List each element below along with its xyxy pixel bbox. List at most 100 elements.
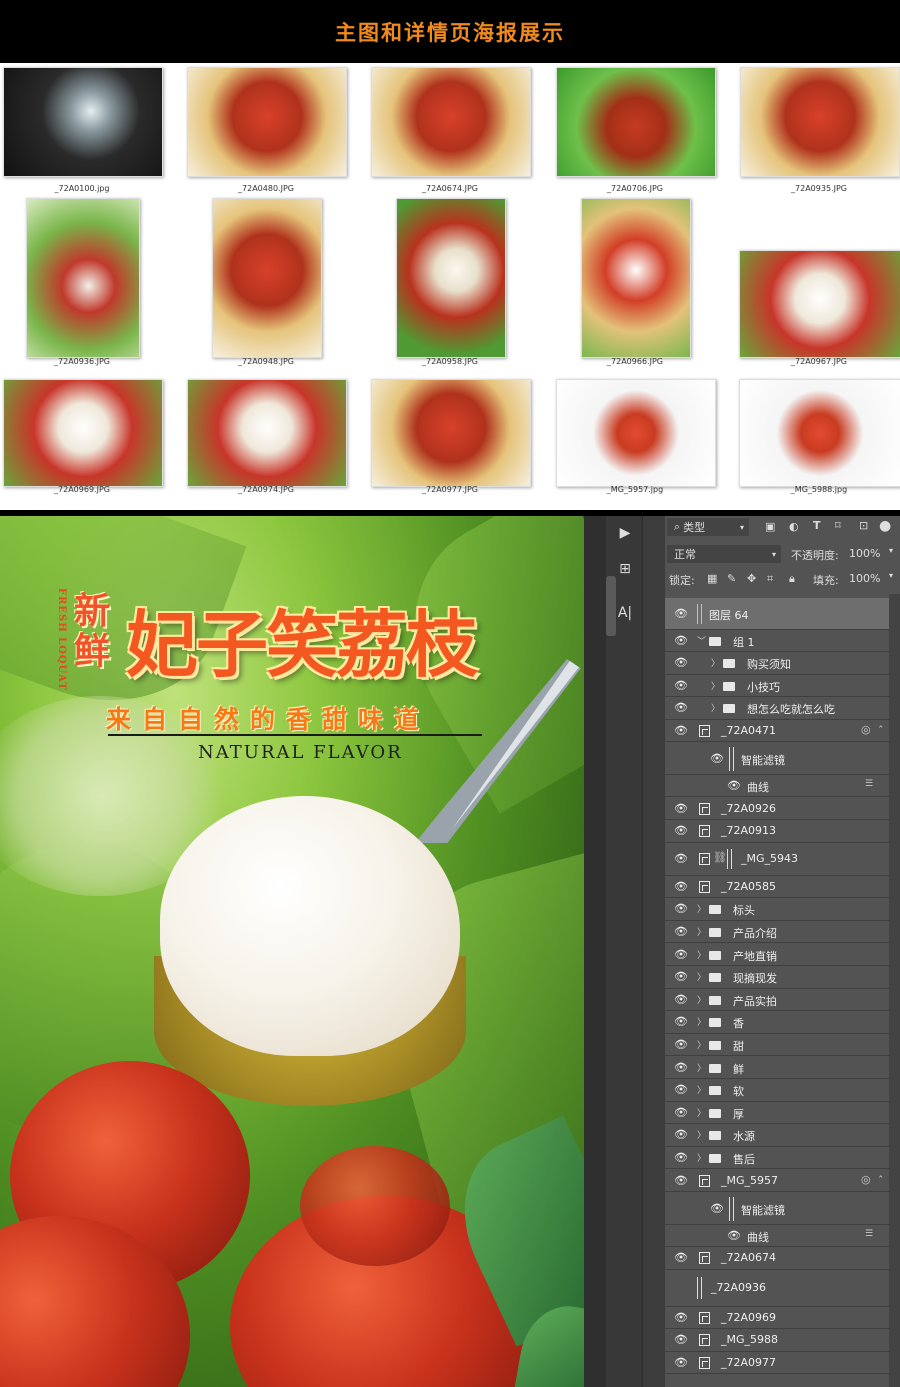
filter-adjust-icon[interactable]: ◐	[789, 520, 799, 533]
opacity-value[interactable]: 100%	[849, 547, 880, 560]
visibility-eye-icon[interactable]: 👁︎	[674, 656, 688, 670]
fill-value[interactable]: 100%	[849, 572, 880, 585]
visibility-eye-icon[interactable]: 👁︎	[674, 1083, 688, 1097]
layer-row[interactable]: 👁︎ 〉 厚	[665, 1101, 889, 1125]
chevron-right-icon[interactable]: 〉	[697, 1151, 706, 1164]
layer-row[interactable]: 👁︎ 〉 售后	[665, 1146, 889, 1170]
layer-row[interactable]: 👁︎ ﹀ 组 1	[665, 630, 889, 652]
layer-row[interactable]: 👁︎ 〉 产地直销	[665, 943, 889, 966]
chevron-right-icon[interactable]: 〉	[697, 1083, 706, 1096]
filter-options-icon[interactable]: ☰	[865, 1229, 873, 1239]
filter-shape-icon[interactable]: ⌑	[835, 519, 841, 532]
layers-scrollbar[interactable]	[889, 594, 900, 1387]
layer-row[interactable]: 👁︎ 〉 香	[665, 1011, 889, 1034]
properties-icon[interactable]: ⊞	[614, 558, 636, 580]
chevron-right-icon[interactable]: 〉	[697, 1128, 706, 1141]
chevron-right-icon[interactable]: 〉	[697, 993, 706, 1006]
layer-row[interactable]: 👁︎ 〉 想怎么吃就怎么吃	[665, 697, 889, 720]
chevron-right-icon[interactable]: 〉	[697, 1015, 706, 1028]
filter-smart-icon[interactable]: ⊡	[859, 519, 868, 532]
lock-artboard-icon[interactable]: ⌗	[767, 572, 773, 586]
visibility-eye-icon[interactable]: 👁︎	[674, 880, 688, 894]
visibility-eye-icon[interactable]: 👁︎	[674, 1128, 688, 1142]
filter-text-icon[interactable]: T	[813, 519, 821, 532]
lock-brush-icon[interactable]: ✎	[727, 572, 736, 585]
visibility-eye-icon[interactable]: 👁︎	[727, 779, 741, 793]
chevron-right-icon[interactable]: 〉	[697, 1038, 706, 1051]
layer-row[interactable]: 👁︎ _72A0969	[665, 1306, 889, 1330]
filter-options-icon[interactable]: ☰	[865, 779, 873, 789]
visibility-eye-icon[interactable]: 👁︎	[674, 1106, 688, 1120]
visibility-eye-icon[interactable]: 👁︎	[674, 1356, 688, 1370]
layer-row[interactable]: 👁︎ _MG_5957 ◎ ˆ	[665, 1169, 889, 1192]
visibility-eye-icon[interactable]: 👁︎	[710, 752, 724, 766]
filter-pixel-icon[interactable]: ▣	[765, 520, 775, 533]
layer-row[interactable]: 👁︎ ⛓ _MG_5943	[665, 842, 889, 876]
layer-row[interactable]: 👁︎ _72A0585	[665, 875, 889, 899]
layer-row[interactable]: 👁︎ 〉 购买须知	[665, 652, 889, 675]
layer-row[interactable]: 👁︎ 〉 小技巧	[665, 674, 889, 698]
chevron-right-icon[interactable]: 〉	[697, 1106, 706, 1119]
chevron-right-icon[interactable]: 〉	[697, 902, 706, 915]
visibility-eye-icon[interactable]: 👁︎	[674, 1311, 688, 1325]
layer-row[interactable]: 👁︎ 〉 软	[665, 1079, 889, 1102]
layer-row[interactable]: 👁︎ ☰ 曲线	[665, 1225, 889, 1247]
layer-row[interactable]: 👁︎ 图层 64	[665, 598, 889, 630]
chevron-up-icon[interactable]: ˆ	[878, 1174, 884, 1187]
layer-row[interactable]: 👁︎ 智能滤镜	[665, 1192, 889, 1225]
chevron-up-icon[interactable]: ˆ	[878, 724, 884, 737]
visibility-eye-icon[interactable]: 👁︎	[674, 679, 688, 693]
visibility-eye-icon[interactable]: 👁︎	[674, 1038, 688, 1052]
visibility-eye-icon[interactable]: 👁︎	[674, 1174, 688, 1188]
visibility-eye-icon[interactable]: 👁︎	[674, 607, 688, 621]
layer-row[interactable]: 👁︎ 〉 甜	[665, 1033, 889, 1057]
layer-row[interactable]: 👁︎ 〉 水源	[665, 1124, 889, 1147]
dock-scrollbar[interactable]	[606, 576, 616, 636]
visibility-eye-icon[interactable]: 👁︎	[710, 1202, 724, 1216]
layer-row[interactable]: _72A0936	[665, 1269, 889, 1307]
visibility-eye-icon[interactable]: 👁︎	[674, 970, 688, 984]
layer-row[interactable]: 👁︎ 〉 鲜	[665, 1056, 889, 1079]
layer-row[interactable]: 👁︎ _72A0674	[665, 1247, 889, 1270]
layer-row[interactable]: 👁︎ 智能滤镜	[665, 742, 889, 776]
lock-pixels-icon[interactable]: ▦	[707, 572, 717, 585]
chevron-down-icon[interactable]: ▾	[889, 546, 893, 555]
visibility-eye-icon[interactable]: 👁︎	[674, 802, 688, 816]
chevron-right-icon[interactable]: 〉	[711, 679, 720, 692]
layer-row[interactable]: 👁︎ _MG_5988	[665, 1329, 889, 1352]
chevron-down-icon[interactable]: ▾	[889, 571, 893, 580]
character-icon[interactable]: A|	[614, 602, 636, 624]
visibility-eye-icon[interactable]: 👁︎	[674, 824, 688, 838]
chevron-right-icon[interactable]: 〉	[711, 656, 720, 669]
chevron-right-icon[interactable]: 〉	[697, 948, 706, 961]
layer-row[interactable]: 👁︎ _72A0926	[665, 797, 889, 820]
chevron-right-icon[interactable]: 〉	[697, 1061, 706, 1074]
visibility-eye-icon[interactable]: 👁︎	[674, 852, 688, 866]
chevron-down-icon[interactable]: ﹀	[697, 634, 706, 647]
visibility-eye-icon[interactable]: 👁︎	[674, 948, 688, 962]
visibility-eye-icon[interactable]: 👁︎	[674, 993, 688, 1007]
chevron-right-icon[interactable]: 〉	[697, 970, 706, 983]
layer-row[interactable]: 👁︎ 〉 标头	[665, 898, 889, 921]
layer-row[interactable]: 👁︎ 〉 产品介绍	[665, 920, 889, 944]
filter-kind-select[interactable]: ⌕ 类型 ▾	[667, 518, 749, 536]
play-icon[interactable]: ▶	[614, 522, 636, 544]
visibility-eye-icon[interactable]: 👁︎	[674, 634, 688, 648]
lock-move-icon[interactable]: ✥	[747, 572, 756, 585]
layer-row[interactable]: 👁︎ 〉 产品实拍	[665, 988, 889, 1012]
visibility-eye-icon[interactable]: 👁︎	[674, 724, 688, 738]
visibility-eye-icon[interactable]: 👁︎	[674, 925, 688, 939]
layer-row[interactable]: 👁︎ 〉 现摘现发	[665, 966, 889, 989]
visibility-eye-icon[interactable]: 👁︎	[674, 1015, 688, 1029]
visibility-eye-icon[interactable]: 👁︎	[674, 1151, 688, 1165]
visibility-eye-icon[interactable]: 👁︎	[727, 1229, 741, 1243]
layer-row[interactable]: 👁︎ _72A0977	[665, 1351, 889, 1374]
chevron-right-icon[interactable]: 〉	[711, 701, 720, 714]
visibility-eye-icon[interactable]: 👁︎	[674, 1333, 688, 1347]
visibility-eye-icon[interactable]: 👁︎	[674, 701, 688, 715]
visibility-eye-icon[interactable]: 👁︎	[674, 1061, 688, 1075]
filter-toggle-icon[interactable]: ●	[879, 518, 891, 534]
layer-row[interactable]: 👁︎ _72A0471 ◎ ˆ	[665, 719, 889, 743]
layer-row[interactable]: 👁︎ ☰ 曲线	[665, 775, 889, 798]
lock-all-icon[interactable]: 🔒︎	[789, 572, 795, 586]
